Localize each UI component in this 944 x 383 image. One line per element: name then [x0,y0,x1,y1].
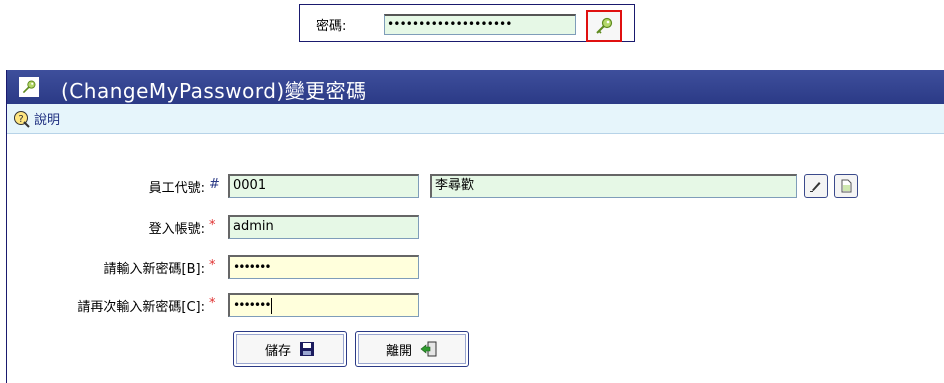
change-password-panel: (ChangeMyPassword)變更密碼 ? 說明 員工代號: # 0001… [6,70,944,383]
window-titlebar: (ChangeMyPassword)變更密碼 [7,70,944,104]
password-field[interactable]: •••••••••••••••••••• [384,14,576,35]
employee-name-field[interactable]: 李尋歡 [430,174,797,198]
required-mark: * [209,218,216,233]
new-password-input[interactable]: ••••••• [228,255,419,279]
employee-id-input[interactable]: 0001 [228,174,419,198]
confirm-password-input[interactable]: ••••••• [228,293,419,317]
clear-button[interactable] [834,174,858,198]
svg-text:?: ? [18,114,23,125]
login-input[interactable]: admin [228,215,419,239]
new-password-label: 請輸入新密碼[B]: [103,262,205,277]
lookup-mark: # [209,177,220,192]
key-icon [19,77,39,97]
floppy-disk-icon [300,342,314,356]
help-button[interactable]: ? 說明 [13,109,60,128]
confirm-password-value: ••••••• [233,298,272,312]
required-mark: * [209,258,216,273]
save-button[interactable]: 儲存 [233,331,347,367]
window-title: (ChangeMyPassword)變更密碼 [61,79,367,103]
pencil-icon [810,182,821,192]
save-label: 儲存 [264,343,291,359]
key-icon [596,17,613,34]
employee-id-label: 員工代號: [148,181,205,196]
confirm-password-label: 請再次輸入新密碼[C]: [77,300,205,315]
password-strip: 密碼: •••••••••••••••••••• [299,4,635,42]
help-icon: ? [14,110,30,128]
lookup-button[interactable] [804,174,828,198]
login-label: 登入帳號: [148,222,205,237]
document-icon [841,179,852,193]
help-label: 說明 [34,113,61,128]
exit-label: 離開 [385,343,412,359]
toolbar: ? 說明 [7,104,944,134]
change-password-button[interactable] [586,10,622,42]
password-label: 密碼: [316,19,347,34]
text-caret [270,297,272,314]
exit-button[interactable]: 離開 [355,331,469,367]
required-mark: * [209,296,216,311]
exit-door-icon [420,341,437,357]
